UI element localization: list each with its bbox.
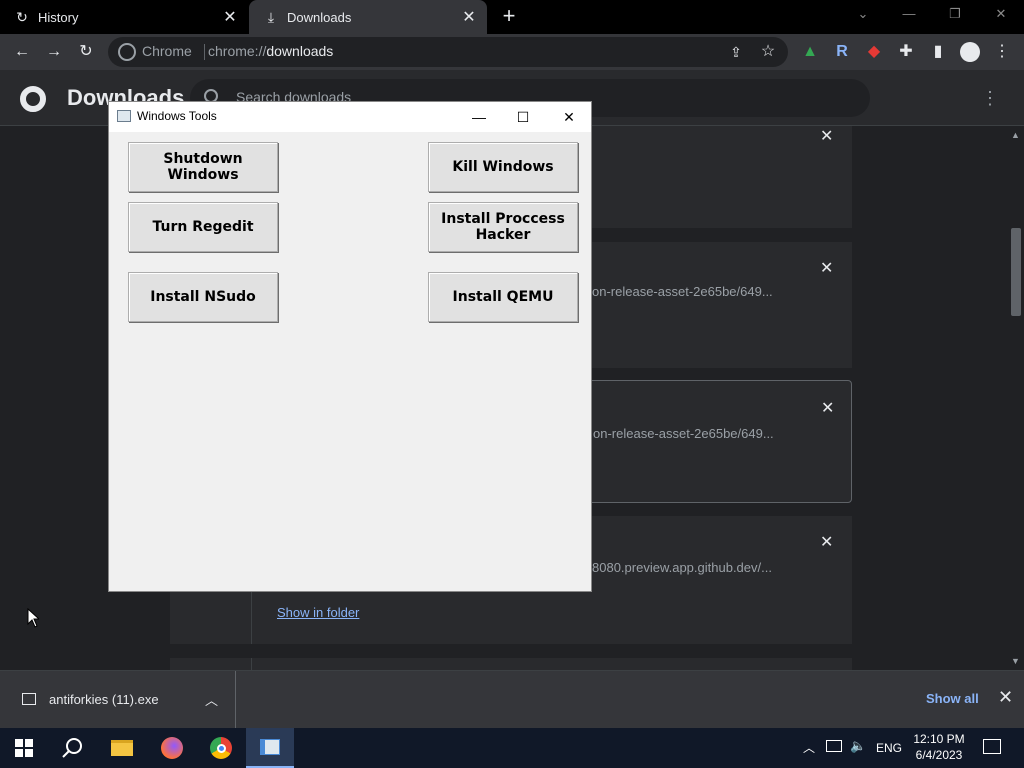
chrome-icon — [210, 737, 232, 759]
download-url: on-release-asset-2e65be/649... — [593, 426, 774, 441]
close-shelf-icon[interactable]: ✕ — [998, 687, 1013, 708]
download-url: on-release-asset-2e65be/649... — [592, 284, 773, 299]
tab-search-icon[interactable]: ⌄ — [851, 6, 875, 26]
executable-file-icon — [22, 693, 36, 705]
minimize-icon[interactable]: — — [897, 6, 921, 26]
windows-tools-dialog: Windows Tools — ☐ ✕ Shutdown Windows Kil… — [108, 101, 592, 592]
dialog-titlebar[interactable]: Windows Tools — ☐ ✕ — [109, 102, 591, 132]
close-icon[interactable]: ✕ — [558, 106, 580, 128]
system-clock[interactable]: 12:10 PM 6/4/2023 — [904, 731, 974, 763]
download-url: 8080.preview.app.github.dev/... — [592, 560, 772, 575]
minimize-icon[interactable]: — — [468, 106, 490, 128]
tab-downloads[interactable]: ⤓ Downloads ✕ — [249, 0, 487, 34]
side-panel-icon[interactable]: ▮ — [928, 42, 948, 62]
tab-close-icon[interactable]: ✕ — [459, 7, 479, 27]
profile-avatar-icon[interactable] — [960, 42, 980, 62]
input-language[interactable]: ENG — [876, 741, 902, 755]
bookmark-star-icon[interactable]: ☆ — [758, 42, 778, 62]
install-qemu-button[interactable]: Install QEMU — [428, 272, 578, 322]
clock-date: 6/4/2023 — [915, 748, 963, 762]
history-icon: ↻ — [16, 8, 28, 25]
new-tab-button[interactable]: + — [498, 5, 520, 28]
shelf-file-name: antiforkies (11).exe — [49, 692, 159, 707]
maximize-icon[interactable]: ☐ — [512, 106, 534, 128]
tab-strip: ↻ History ✕ ⤓ Downloads ✕ + ⌄ — ❐ ✕ — [0, 0, 1024, 34]
clock-time: 12:10 PM — [913, 732, 965, 746]
show-in-folder-link[interactable]: Show in folder — [277, 605, 359, 620]
remove-download-icon[interactable]: ✕ — [820, 126, 833, 146]
shelf-download-item[interactable]: antiforkies (11).exe ︿ — [0, 671, 236, 729]
address-bar[interactable]: Chrome chrome://downloads ⇪ ☆ — [108, 37, 788, 67]
search-icon — [62, 738, 82, 758]
chrome-logo-icon — [20, 86, 46, 112]
notification-center-icon[interactable] — [983, 739, 1001, 754]
show-all-button[interactable]: Show all — [926, 691, 979, 706]
kill-windows-button[interactable]: Kill Windows — [428, 142, 578, 192]
restore-icon[interactable]: ❐ — [943, 6, 967, 26]
extension-r-icon[interactable]: R — [832, 42, 852, 62]
tab-close-icon[interactable]: ✕ — [220, 7, 240, 27]
extensions-puzzle-icon[interactable]: ✚ — [896, 42, 916, 62]
download-shelf: antiforkies (11).exe ︿ Show all ✕ — [0, 670, 1024, 729]
chrome-page-icon — [118, 43, 136, 61]
url-text[interactable]: chrome://downloads — [208, 43, 333, 59]
extension-red-icon[interactable]: ◆ — [864, 42, 884, 62]
browser-toolbar: ← → ↻ Chrome chrome://downloads ⇪ ☆ ▲ R … — [0, 34, 1024, 70]
page-scrollbar[interactable]: ▲ ▼ — [1008, 126, 1024, 670]
drive-extension-icon[interactable]: ▲ — [800, 42, 820, 62]
network-icon[interactable] — [826, 740, 842, 752]
omnibox-chip: Chrome — [142, 43, 192, 59]
download-icon: ⤓ — [267, 8, 275, 25]
mouse-cursor-icon — [27, 608, 39, 628]
scrollbar-thumb[interactable] — [1011, 228, 1021, 316]
forward-icon[interactable]: → — [44, 42, 64, 62]
taskbar-search-button[interactable] — [48, 728, 96, 768]
folder-icon — [111, 740, 133, 756]
back-icon[interactable]: ← — [12, 42, 32, 62]
reload-icon[interactable]: ↻ — [76, 42, 96, 62]
app-window-icon — [117, 110, 131, 122]
url-scheme: chrome:// — [208, 43, 267, 59]
show-hidden-icons-icon[interactable]: ︿ — [803, 739, 815, 756]
share-icon[interactable]: ⇪ — [726, 42, 746, 62]
remove-download-icon[interactable]: ✕ — [821, 398, 834, 418]
more-menu-icon[interactable]: ⋮ — [992, 42, 1012, 62]
taskbar-windows-tools[interactable] — [246, 728, 294, 768]
firefox-icon — [161, 737, 183, 759]
download-card — [170, 658, 852, 670]
chevron-up-icon[interactable]: ︿ — [205, 690, 218, 709]
remove-download-icon[interactable]: ✕ — [820, 532, 833, 552]
start-button[interactable] — [0, 728, 48, 768]
tab-history[interactable]: ↻ History ✕ — [0, 0, 248, 34]
url-host: downloads — [266, 43, 334, 59]
remove-download-icon[interactable]: ✕ — [820, 258, 833, 278]
dialog-title: Windows Tools — [137, 109, 217, 123]
scroll-up-arrow-icon[interactable]: ▲ — [1011, 130, 1020, 140]
omnibox-separator — [204, 44, 205, 60]
scroll-down-arrow-icon[interactable]: ▼ — [1011, 656, 1020, 666]
file-icon-pane — [170, 658, 252, 670]
windows-logo-icon — [15, 739, 33, 757]
taskbar-firefox[interactable] — [148, 728, 196, 768]
install-nsudo-button[interactable]: Install NSudo — [128, 272, 278, 322]
windows-taskbar: ︿ 🔈 ENG 12:10 PM 6/4/2023 — [0, 728, 1024, 768]
downloads-menu-icon[interactable]: ⋮ — [980, 88, 1000, 109]
volume-muted-icon[interactable]: 🔈 — [850, 738, 866, 754]
turn-regedit-button[interactable]: Turn Regedit — [128, 202, 278, 252]
shutdown-windows-button[interactable]: Shutdown Windows — [128, 142, 278, 192]
taskbar-chrome[interactable] — [197, 728, 245, 768]
tab-title: Downloads — [287, 9, 352, 25]
close-window-icon[interactable]: ✕ — [989, 6, 1013, 26]
install-process-hacker-button[interactable]: Install Proccess Hacker — [428, 202, 578, 252]
tab-title: History — [38, 9, 79, 25]
app-window-icon — [260, 739, 280, 755]
taskbar-file-explorer[interactable] — [98, 728, 146, 768]
